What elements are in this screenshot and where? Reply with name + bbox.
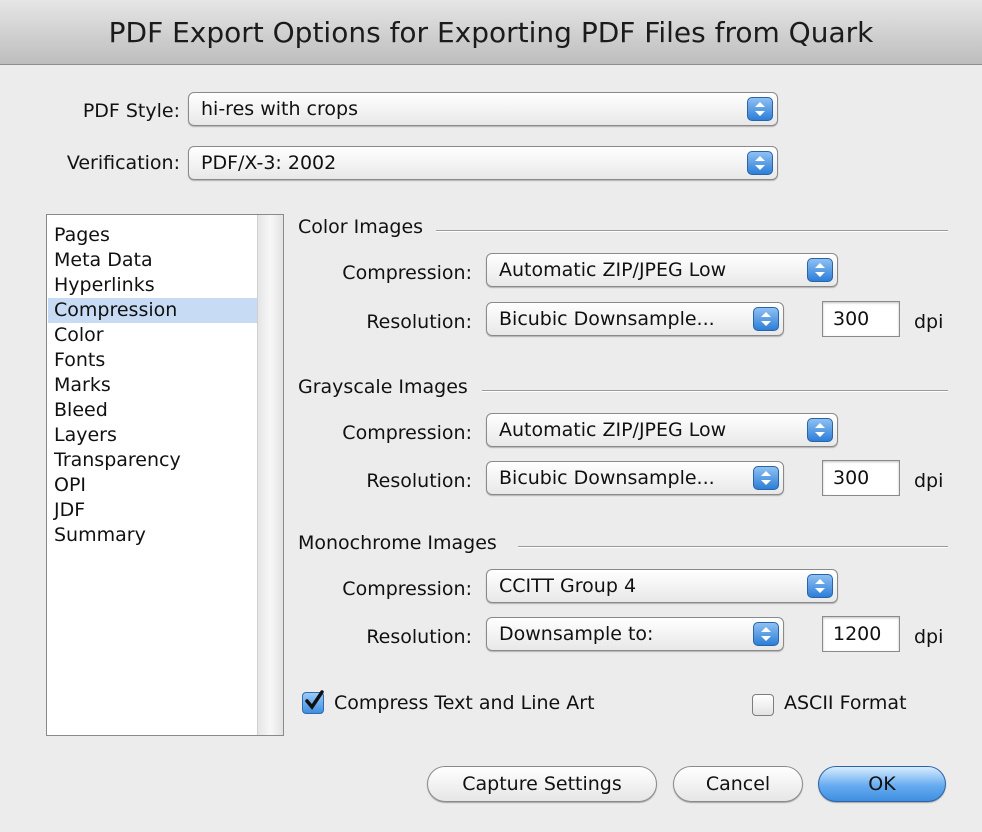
verification-popup[interactable]: PDF/X-3: 2002	[188, 146, 778, 180]
category-list[interactable]: Pages Meta Data Hyperlinks Compression C…	[46, 214, 284, 736]
compress-text-checkbox[interactable]	[302, 690, 324, 714]
list-item-marks[interactable]: Marks	[48, 373, 257, 398]
color-images-divider	[436, 230, 948, 232]
updown-arrows-icon	[753, 307, 779, 331]
verification-value: PDF/X-3: 2002	[201, 152, 337, 174]
list-item-summary[interactable]: Summary	[48, 523, 257, 548]
list-item-meta-data[interactable]: Meta Data	[48, 248, 257, 273]
monochrome-resolution-value: Downsample to:	[499, 623, 654, 645]
color-compression-popup[interactable]: Automatic ZIP/JPEG Low	[486, 253, 838, 287]
list-scrollbar[interactable]	[257, 215, 283, 735]
updown-arrows-icon	[747, 151, 773, 175]
list-item-fonts[interactable]: Fonts	[48, 348, 257, 373]
pdf-style-value: hi-res with crops	[201, 98, 358, 120]
color-resolution-label: Resolution:	[366, 311, 472, 333]
ascii-format-checkbox[interactable]	[752, 694, 774, 716]
grayscale-images-heading: Grayscale Images	[298, 376, 468, 398]
list-item-transparency[interactable]: Transparency	[48, 448, 257, 473]
updown-arrows-icon	[747, 97, 773, 121]
monochrome-compression-label: Compression:	[342, 578, 472, 600]
cancel-button[interactable]: Cancel	[673, 766, 803, 802]
grayscale-compression-label: Compression:	[342, 422, 472, 444]
grayscale-dpi-unit: dpi	[914, 470, 944, 492]
list-item-layers[interactable]: Layers	[48, 423, 257, 448]
color-resolution-value: Bicubic Downsample...	[499, 308, 715, 330]
list-item-hyperlinks[interactable]: Hyperlinks	[48, 273, 257, 298]
color-images-heading: Color Images	[298, 216, 424, 238]
capture-settings-button[interactable]: Capture Settings	[427, 766, 657, 802]
updown-arrows-icon	[807, 574, 833, 598]
grayscale-resolution-value: Bicubic Downsample...	[499, 467, 715, 489]
color-resolution-popup[interactable]: Bicubic Downsample...	[486, 302, 784, 336]
monochrome-compression-popup[interactable]: CCITT Group 4	[486, 569, 838, 603]
list-item-bleed[interactable]: Bleed	[48, 398, 257, 423]
list-item-pages[interactable]: Pages	[48, 223, 257, 248]
window-title: PDF Export Options for Exporting PDF Fil…	[108, 15, 874, 49]
color-compression-label: Compression:	[342, 262, 472, 284]
grayscale-compression-popup[interactable]: Automatic ZIP/JPEG Low	[486, 413, 838, 447]
color-dpi-input[interactable]: 300	[822, 301, 900, 337]
grayscale-images-divider	[482, 390, 948, 392]
list-item-color[interactable]: Color	[48, 323, 257, 348]
color-compression-value: Automatic ZIP/JPEG Low	[499, 259, 727, 281]
updown-arrows-icon	[753, 466, 779, 490]
monochrome-resolution-popup[interactable]: Downsample to:	[486, 617, 784, 651]
pdf-style-label: PDF Style:	[82, 100, 180, 122]
list-item-compression[interactable]: Compression	[48, 298, 257, 323]
grayscale-compression-value: Automatic ZIP/JPEG Low	[499, 419, 727, 441]
monochrome-dpi-input[interactable]: 1200	[822, 616, 900, 652]
updown-arrows-icon	[807, 258, 833, 282]
ok-button[interactable]: OK	[818, 766, 946, 802]
list-item-opi[interactable]: OPI	[48, 473, 257, 498]
monochrome-resolution-label: Resolution:	[366, 626, 472, 648]
monochrome-dpi-unit: dpi	[914, 626, 944, 648]
color-dpi-unit: dpi	[914, 311, 944, 333]
updown-arrows-icon	[807, 418, 833, 442]
monochrome-images-divider	[518, 546, 948, 548]
monochrome-compression-value: CCITT Group 4	[499, 575, 637, 597]
checkmark-icon	[305, 690, 324, 710]
compress-text-label[interactable]: Compress Text and Line Art	[334, 692, 595, 714]
window-titlebar: PDF Export Options for Exporting PDF Fil…	[0, 0, 982, 65]
grayscale-resolution-popup[interactable]: Bicubic Downsample...	[486, 461, 784, 495]
list-item-jdf[interactable]: JDF	[48, 498, 257, 523]
verification-label: Verification:	[66, 152, 180, 174]
updown-arrows-icon	[753, 622, 779, 646]
grayscale-resolution-label: Resolution:	[366, 470, 472, 492]
grayscale-dpi-input[interactable]: 300	[822, 460, 900, 496]
ascii-format-label[interactable]: ASCII Format	[784, 692, 907, 714]
pdf-style-popup[interactable]: hi-res with crops	[188, 92, 778, 126]
monochrome-images-heading: Monochrome Images	[298, 532, 497, 554]
